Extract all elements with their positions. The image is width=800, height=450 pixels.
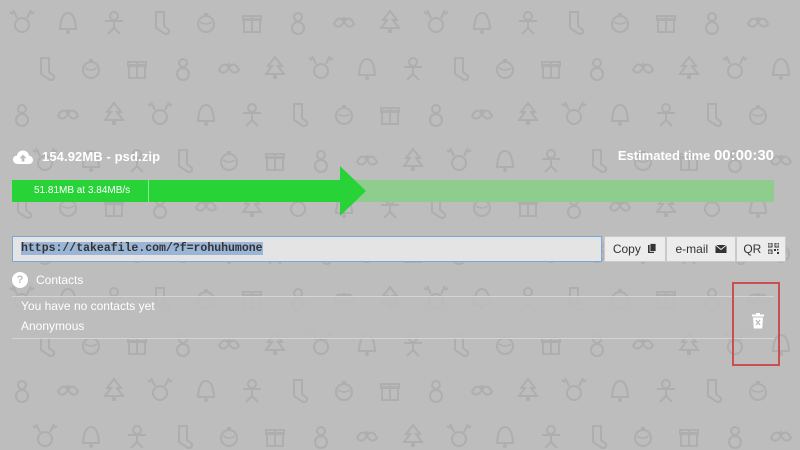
file-info-row: 154.92MB - psd.zip Estimated time 00:00:… <box>12 147 774 168</box>
email-button-label: e-mail <box>675 242 709 256</box>
question-icon[interactable]: ? <box>12 272 28 288</box>
progress-divider <box>148 180 149 202</box>
share-link-input[interactable]: https://takeafile.com/?f=rohuhumone <box>12 236 602 262</box>
copy-button-label: Copy <box>612 242 641 256</box>
clipboard-icon <box>648 243 657 253</box>
file-name: 154.92MB - psd.zip <box>42 149 161 164</box>
email-button[interactable]: e-mail <box>666 236 736 262</box>
estimated-time: Estimated time 00:00:30 <box>618 147 774 164</box>
progress-speed-text: 51.81MB at 3.84MB/s <box>34 185 131 196</box>
estimated-time-value: 00:00:30 <box>713 147 774 164</box>
progress-arrow-icon <box>340 166 366 216</box>
upload-progress-bar: 51.81MB at 3.84MB/s <box>12 166 774 216</box>
share-link-text: https://takeafile.com/?f=rohuhumone <box>21 242 263 255</box>
qr-button-label: QR <box>743 242 762 256</box>
qr-button[interactable]: QR <box>736 236 786 262</box>
estimated-time-label: Estimated time <box>617 148 711 163</box>
copy-button[interactable]: Copy <box>604 236 666 262</box>
contacts-title: Contacts <box>36 273 84 287</box>
trash-icon[interactable] <box>751 313 765 329</box>
contacts-list: You have no contacts yet Anonymous <box>12 296 774 339</box>
contact-entry-anonymous: Anonymous <box>21 319 85 333</box>
contacts-empty-text: You have no contacts yet <box>21 299 155 313</box>
share-link-row: https://takeafile.com/?f=rohuhumone Copy… <box>12 236 786 262</box>
qr-code-icon <box>767 243 779 254</box>
cloud-upload-icon <box>13 150 33 164</box>
envelope-icon <box>714 244 727 253</box>
